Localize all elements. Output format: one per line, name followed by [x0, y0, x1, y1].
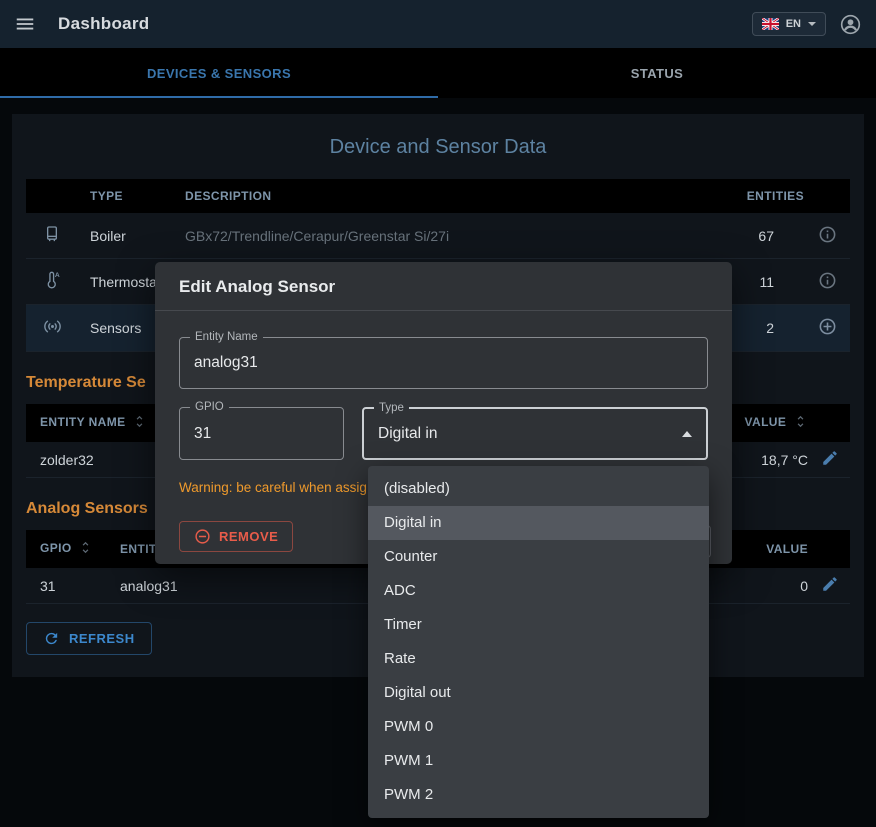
type-option-disabled[interactable]: (disabled) [368, 472, 709, 506]
temperature-header-entity-name-label: ENTITY NAME [40, 415, 126, 429]
edit-sensor-button[interactable] [821, 449, 839, 467]
screen: Dashboard EN [0, 0, 876, 827]
devices-header-entities: ENTITIES [694, 179, 804, 213]
edit-sensor-button[interactable] [821, 575, 839, 593]
hamburger-menu-button[interactable] [14, 13, 36, 35]
add-sensor-button[interactable] [818, 317, 837, 336]
edit-pencil-icon [821, 449, 839, 467]
app-title: Dashboard [58, 14, 150, 34]
tab-bar: DEVICES & SENSORS STATUS [0, 48, 876, 98]
table-row-boiler[interactable]: Boiler GBx72/Trendline/Cerapur/Greenstar… [26, 213, 850, 259]
devices-table-header-row: TYPE DESCRIPTION ENTITIES [26, 179, 850, 213]
type-option-adc[interactable]: ADC [368, 574, 709, 608]
entity-name-field-wrapper: Entity Name [179, 337, 708, 389]
add-circle-icon [818, 317, 837, 336]
gpio-field-label: GPIO [190, 400, 229, 414]
type-option-pwm-2[interactable]: PWM 2 [368, 778, 709, 812]
page-title: Device and Sensor Data [26, 136, 850, 159]
analog-header-gpio-label: GPIO [40, 541, 72, 555]
remove-button-label: REMOVE [219, 529, 278, 544]
chevron-up-icon [682, 431, 692, 437]
edit-pencil-icon [821, 575, 839, 593]
type-select-label: Type [374, 401, 409, 415]
type-select-value: Digital in [378, 425, 437, 443]
remove-circle-icon [194, 528, 211, 545]
type-option-timer[interactable]: Timer [368, 608, 709, 642]
type-option-digital-out[interactable]: Digital out [368, 676, 709, 710]
chevron-down-icon [808, 22, 816, 26]
type-option-rate[interactable]: Rate [368, 642, 709, 676]
temperature-header-value-label: VALUE [744, 415, 786, 429]
device-description: GBx72/Trendline/Cerapur/Greenstar Si/27i [171, 213, 694, 259]
type-option-counter[interactable]: Counter [368, 540, 709, 574]
dialog-title: Edit Analog Sensor [155, 262, 732, 311]
refresh-button-label: REFRESH [69, 631, 135, 646]
analog-header-gpio[interactable]: GPIO [26, 530, 106, 568]
refresh-icon [43, 630, 60, 647]
refresh-button[interactable]: REFRESH [26, 622, 152, 655]
entity-name-field-label: Entity Name [190, 330, 263, 344]
account-button[interactable] [839, 13, 862, 36]
tab-devices-sensors[interactable]: DEVICES & SENSORS [0, 48, 438, 98]
entity-name-input[interactable] [194, 354, 693, 372]
language-selector-button[interactable]: EN [752, 12, 826, 36]
gpio-field-wrapper: GPIO [179, 407, 344, 460]
devices-header-icon-col [26, 179, 76, 213]
device-entities-count: 67 [694, 213, 804, 259]
info-button[interactable] [818, 225, 837, 244]
tab-status-label: STATUS [631, 66, 683, 81]
boiler-icon [26, 213, 76, 259]
info-button[interactable] [818, 271, 837, 290]
app-bar: Dashboard EN [0, 0, 876, 48]
tab-devices-sensors-label: DEVICES & SENSORS [147, 66, 291, 81]
analog-header-action-col [810, 530, 850, 568]
thermostat-icon: A [26, 259, 76, 305]
devices-header-description: DESCRIPTION [171, 179, 694, 213]
account-circle-icon [839, 13, 862, 36]
type-option-digital-in[interactable]: Digital in [368, 506, 709, 540]
hamburger-icon [14, 13, 36, 35]
type-option-pwm-0[interactable]: PWM 0 [368, 710, 709, 744]
gpio-input[interactable] [194, 425, 329, 443]
info-icon [818, 271, 837, 290]
sort-icon[interactable] [78, 540, 93, 558]
device-type: Boiler [76, 213, 171, 259]
devices-header-type: TYPE [76, 179, 171, 213]
svg-text:A: A [55, 272, 60, 279]
language-label: EN [786, 18, 801, 30]
type-dropdown-menu: (disabled) Digital in Counter ADC Timer … [368, 466, 709, 818]
remove-button[interactable]: REMOVE [179, 521, 293, 552]
gpio-type-row: GPIO Type Digital in [179, 407, 708, 460]
temperature-header-action-col [810, 404, 850, 442]
type-option-pwm-1[interactable]: PWM 1 [368, 744, 709, 778]
sensor-gpio: 31 [26, 568, 106, 604]
sensors-icon [26, 305, 76, 352]
sort-icon[interactable] [793, 414, 808, 432]
sort-icon[interactable] [132, 414, 147, 432]
tab-status[interactable]: STATUS [438, 48, 876, 98]
devices-header-action-col [804, 179, 850, 213]
uk-flag-icon [762, 18, 779, 30]
info-icon [818, 225, 837, 244]
type-select[interactable]: Type Digital in [362, 407, 708, 460]
